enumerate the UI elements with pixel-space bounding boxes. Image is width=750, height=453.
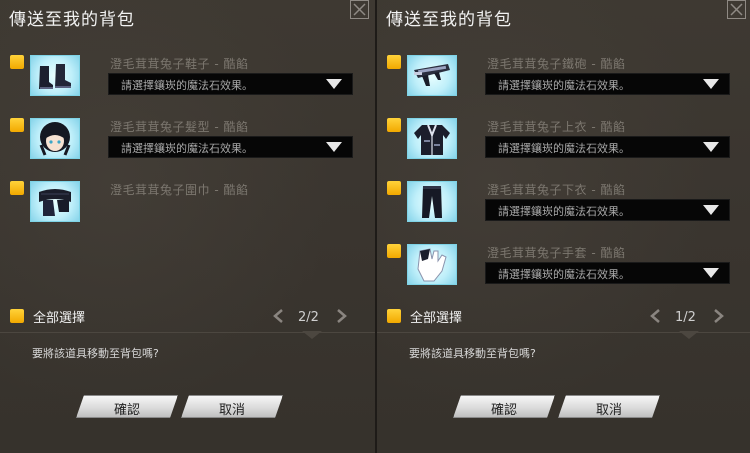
dropdown-arrow-icon (703, 142, 719, 152)
item-name: 澄毛茸茸兔子手套 - 酷餡 (487, 246, 626, 260)
close-icon (353, 3, 366, 16)
item-checkbox[interactable] (387, 118, 401, 132)
dropdown-arrow-icon (703, 268, 719, 278)
chevron-left-icon[interactable] (649, 309, 663, 323)
pager: 1/2 (649, 306, 729, 330)
item-thumbnail (30, 181, 80, 222)
dropdown-arrow-icon (326, 142, 342, 152)
scarf-icon (39, 189, 71, 216)
page-indicator: 1/2 (675, 310, 696, 325)
dropdown-arrow-icon (703, 205, 719, 215)
select-all-checkbox[interactable] (10, 309, 24, 323)
transfer-dialog-right: 傳送至我的背包 澄毛茸茸兔子鐵砲 - 酷餡 請選擇鑲崁的魔法石效果。 澄毛茸茸兔… (377, 0, 750, 453)
item-name: 澄毛茸茸兔子上衣 - 酷餡 (487, 120, 626, 134)
item-checkbox[interactable] (387, 244, 401, 258)
item-checkbox[interactable] (387, 181, 401, 195)
dropdown-arrow-icon (703, 79, 719, 89)
item-thumbnail (30, 55, 80, 96)
cancel-button-label: 取消 (595, 403, 622, 418)
select-all-label: 全部選擇 (33, 311, 86, 326)
select-placeholder: 請選擇鑲崁的魔法石效果。 (498, 142, 630, 155)
transfer-dialog-left: 傳送至我的背包 澄毛茸茸兔子鞋子 - 酷餡 請選擇鑲崁的魔法石效果。 澄毛茸茸兔… (0, 0, 375, 453)
item-thumbnail (407, 181, 457, 222)
select-placeholder: 請選擇鑲崁的魔法石效果。 (121, 142, 253, 155)
cancel-button-label: 取消 (218, 403, 245, 418)
chevron-left-icon[interactable] (272, 309, 286, 323)
pants-icon (422, 186, 442, 218)
magic-stone-select[interactable]: 請選擇鑲崁的魔法石效果。 (108, 136, 353, 158)
confirm-question: 要將該道具移動至背包嗎? (409, 347, 536, 360)
close-button[interactable] (727, 0, 746, 19)
item-checkbox[interactable] (10, 181, 24, 195)
select-placeholder: 請選擇鑲崁的魔法石效果。 (498, 268, 630, 281)
glove-icon (417, 248, 447, 282)
list-item: 澄毛茸茸兔子髮型 - 酷餡 請選擇鑲崁的魔法石效果。 (0, 114, 375, 170)
cancel-button[interactable]: 取消 (558, 395, 660, 418)
confirm-button-label: 確認 (113, 403, 140, 418)
item-checkbox[interactable] (387, 55, 401, 69)
close-button[interactable] (350, 0, 369, 19)
hair-icon (39, 122, 71, 156)
boots-icon (39, 64, 71, 89)
magic-stone-select[interactable]: 請選擇鑲崁的魔法石效果。 (485, 73, 730, 95)
chevron-right-icon[interactable] (711, 309, 725, 323)
item-name: 澄毛茸茸兔子鐵砲 - 酷餡 (487, 57, 626, 71)
item-name: 澄毛茸茸兔子髮型 - 酷餡 (110, 120, 249, 134)
select-placeholder: 請選擇鑲崁的魔法石效果。 (498, 205, 630, 218)
confirm-button[interactable]: 確認 (453, 395, 555, 418)
page-indicator: 2/2 (298, 310, 319, 325)
magic-stone-select[interactable]: 請選擇鑲崁的魔法石效果。 (485, 199, 730, 221)
list-item: 澄毛茸茸兔子鐵砲 - 酷餡 請選擇鑲崁的魔法石效果。 (377, 51, 750, 107)
item-thumbnail (30, 118, 80, 159)
list-item: 澄毛茸茸兔子下衣 - 酷餡 請選擇鑲崁的魔法石效果。 (377, 177, 750, 233)
dropdown-arrow-icon (326, 79, 342, 89)
select-all-checkbox[interactable] (387, 309, 401, 323)
divider-notch (679, 331, 699, 339)
dialog-title: 傳送至我的背包 (9, 10, 135, 30)
divider-notch (302, 331, 322, 339)
item-checkbox[interactable] (10, 118, 24, 132)
confirm-button[interactable]: 確認 (76, 395, 178, 418)
list-item: 澄毛茸茸兔子上衣 - 酷餡 請選擇鑲崁的魔法石效果。 (377, 114, 750, 170)
dialog-title: 傳送至我的背包 (386, 10, 512, 30)
confirm-button-label: 確認 (490, 403, 517, 418)
list-item: 澄毛茸茸兔子鞋子 - 酷餡 請選擇鑲崁的魔法石效果。 (0, 51, 375, 107)
chevron-right-icon[interactable] (334, 309, 348, 323)
item-name: 澄毛茸茸兔子下衣 - 酷餡 (487, 183, 626, 197)
select-all-label: 全部選擇 (410, 311, 463, 326)
list-item: 澄毛茸茸兔子手套 - 酷餡 請選擇鑲崁的魔法石效果。 (377, 240, 750, 296)
magic-stone-select[interactable]: 請選擇鑲崁的魔法石效果。 (108, 73, 353, 95)
item-thumbnail (407, 118, 457, 159)
item-name: 澄毛茸茸兔子鞋子 - 酷餡 (110, 57, 249, 71)
select-placeholder: 請選擇鑲崁的魔法石效果。 (121, 79, 253, 92)
magic-stone-select[interactable]: 請選擇鑲崁的魔法石效果。 (485, 262, 730, 284)
select-placeholder: 請選擇鑲崁的魔法石效果。 (498, 79, 630, 92)
cancel-button[interactable]: 取消 (181, 395, 283, 418)
pager: 2/2 (272, 306, 352, 330)
item-thumbnail (407, 55, 457, 96)
gun-icon (414, 64, 450, 86)
jacket-icon (414, 124, 450, 155)
item-thumbnail (407, 244, 457, 285)
item-checkbox[interactable] (10, 55, 24, 69)
magic-stone-select[interactable]: 請選擇鑲崁的魔法石效果。 (485, 136, 730, 158)
item-name: 澄毛茸茸兔子圍巾 - 酷餡 (110, 183, 249, 197)
list-item: 澄毛茸茸兔子圍巾 - 酷餡 (0, 177, 375, 233)
close-icon (730, 3, 743, 16)
confirm-question: 要將該道具移動至背包嗎? (32, 347, 159, 360)
